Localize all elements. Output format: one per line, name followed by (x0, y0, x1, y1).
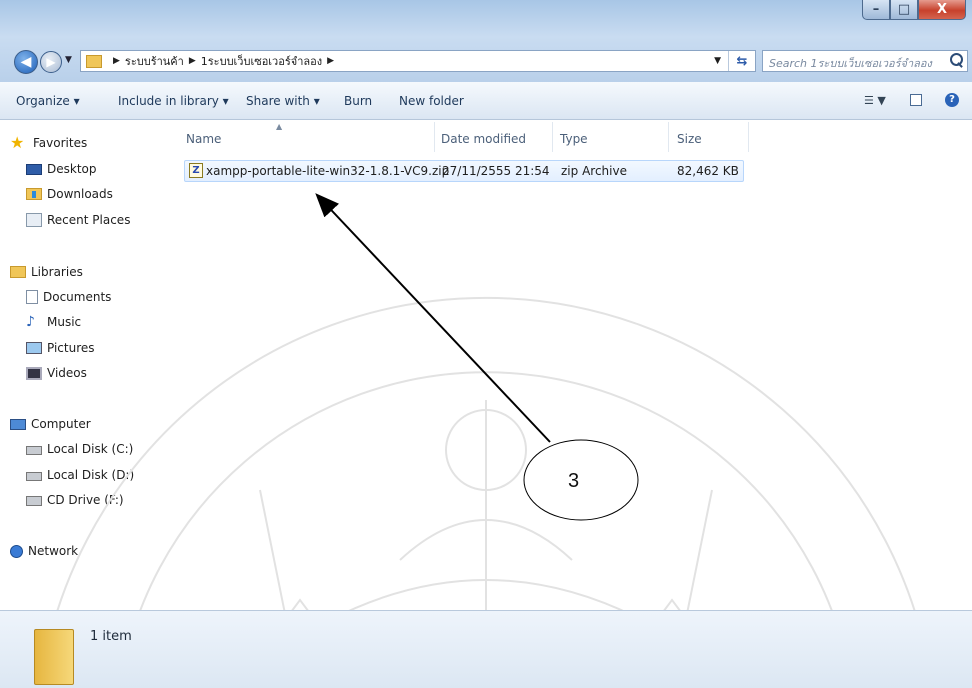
new-folder-button[interactable]: New folder (399, 94, 464, 108)
help-button[interactable]: ? (945, 93, 959, 107)
title-bar: – □ X ◀ ▶ ▼ ▶ ระบบร้านค้า ▶ 1ระบบเว็บเซอ… (0, 0, 972, 82)
navigation-pane: ★ Favorites Desktop Downloads Recent Pla… (0, 120, 170, 610)
caption-buttons: – □ X (862, 0, 966, 22)
nav-music[interactable]: ♪ Music (26, 315, 81, 329)
arrow-right-icon: ▶ (46, 55, 56, 69)
details-pane: 1 item (0, 610, 972, 688)
minimize-button[interactable]: – (862, 0, 890, 20)
recent-places-icon (26, 213, 42, 227)
nav-libraries[interactable]: Libraries (10, 265, 83, 279)
nav-label: Network (28, 544, 79, 558)
nav-network[interactable]: Network (10, 544, 78, 558)
search-input[interactable]: Search 1ระบบเว็บเซอเวอร์จำลอง (762, 50, 968, 72)
burn-button[interactable]: Burn (344, 94, 372, 108)
nav-videos[interactable]: Videos (26, 366, 87, 380)
nav-label: Libraries (31, 265, 83, 279)
nav-label: Videos (47, 366, 87, 380)
column-divider[interactable] (434, 122, 435, 152)
nav-label: Local Disk (C:) (47, 442, 134, 456)
breadcrumb-item[interactable]: 1ระบบเว็บเซอเวอร์จำลอง (201, 52, 322, 70)
nav-label: Recent Places (47, 213, 131, 227)
nav-label: Downloads (47, 187, 113, 201)
explorer-window: – □ X ◀ ▶ ▼ ▶ ระบบร้านค้า ▶ 1ระบบเว็บเซอ… (0, 0, 972, 688)
pictures-icon (26, 342, 42, 354)
music-icon: ♪ (26, 314, 35, 330)
cd-drive-icon (26, 496, 42, 506)
address-dropdown-icon[interactable]: ▼ (714, 56, 721, 66)
file-type: zip Archive (561, 164, 627, 178)
file-list: ▲ Name Date modified Type Size Z xampp-p… (172, 120, 972, 610)
hard-disk-icon (26, 446, 42, 455)
include-in-library-button[interactable]: Include in library ▾ (118, 94, 229, 108)
breadcrumb-item[interactable]: ระบบร้านค้า (125, 52, 184, 70)
nav-label: Local Disk (D:) (47, 468, 135, 482)
share-with-button[interactable]: Share with ▾ (246, 94, 320, 108)
file-date-modified: 27/11/2555 21:54 (442, 164, 550, 178)
zip-file-icon: Z (189, 163, 203, 178)
computer-icon (10, 418, 26, 430)
recent-pages-dropdown[interactable]: ▼ (65, 55, 72, 65)
maximize-button[interactable]: □ (890, 0, 918, 20)
nav-local-disk-c[interactable]: Local Disk (C:) (26, 442, 133, 456)
refresh-button[interactable]: ⇆ (728, 51, 755, 71)
documents-icon (26, 290, 38, 304)
column-header-name[interactable]: Name (186, 132, 221, 146)
back-button[interactable]: ◀ (14, 50, 38, 74)
hard-disk-icon (26, 472, 42, 481)
nav-pictures[interactable]: Pictures (26, 341, 95, 355)
nav-label: Documents (43, 290, 112, 304)
folder-icon (86, 54, 102, 68)
annotation-step-number: 3 (568, 470, 580, 492)
nav-label: Computer (31, 417, 91, 431)
change-view-button[interactable]: ☰ ▼ (864, 94, 886, 107)
nav-label: Music (47, 315, 82, 329)
column-divider[interactable] (748, 122, 749, 152)
nav-recent-places[interactable]: Recent Places (26, 213, 130, 227)
column-header-type[interactable]: Type (560, 132, 588, 146)
network-icon (10, 544, 23, 558)
search-icon[interactable] (950, 53, 963, 66)
item-count: 1 item (90, 629, 132, 644)
nav-documents[interactable]: Documents (26, 290, 111, 304)
breadcrumb-chevron-icon[interactable]: ▶ (327, 56, 334, 66)
videos-icon (26, 366, 42, 380)
breadcrumb-chevron-icon[interactable]: ▶ (189, 56, 196, 66)
nav-local-disk-d[interactable]: Local Disk (D:) (26, 468, 134, 482)
nav-desktop[interactable]: Desktop (26, 162, 97, 176)
nav-favorites[interactable]: ★ Favorites (10, 133, 88, 152)
nav-cd-drive-f[interactable]: CD Drive (F:) (26, 493, 124, 507)
file-name: xampp-portable-lite-win32-1.8.1-VC9.zip (206, 164, 450, 178)
address-bar[interactable]: ▶ ระบบร้านค้า ▶ 1ระบบเว็บเซอเวอร์จำลอง ▶… (80, 50, 756, 72)
preview-pane-button[interactable] (910, 94, 922, 106)
close-button[interactable]: X (918, 0, 966, 20)
navigation-row: ◀ ▶ ▼ ▶ ระบบร้านค้า ▶ 1ระบบเว็บเซอเวอร์จ… (0, 46, 972, 78)
column-header-date-modified[interactable]: Date modified (441, 132, 526, 146)
breadcrumb-chevron-icon[interactable]: ▶ (113, 56, 120, 66)
arrow-left-icon: ◀ (20, 54, 32, 70)
libraries-icon (10, 266, 26, 278)
forward-button[interactable]: ▶ (40, 51, 62, 73)
nav-label: Pictures (47, 341, 95, 355)
column-divider[interactable] (668, 122, 669, 152)
file-row[interactable]: Z xampp-portable-lite-win32-1.8.1-VC9.zi… (184, 160, 744, 182)
desktop-icon (26, 163, 42, 175)
search-placeholder: Search 1ระบบเว็บเซอเวอร์จำลอง (769, 57, 932, 70)
nav-downloads[interactable]: Downloads (26, 187, 113, 201)
downloads-icon (26, 188, 42, 200)
sort-ascending-icon: ▲ (276, 122, 283, 131)
file-size: 82,462 KB (677, 164, 739, 178)
folder-icon (34, 629, 74, 685)
command-bar: Organize ▾ Include in library ▾ Share wi… (0, 82, 972, 120)
nav-computer[interactable]: Computer (10, 417, 91, 431)
column-divider[interactable] (552, 122, 553, 152)
column-header-size[interactable]: Size (677, 132, 702, 146)
organize-button[interactable]: Organize ▾ (16, 94, 80, 108)
star-icon: ★ (10, 133, 25, 152)
nav-label: CD Drive (F:) (47, 493, 124, 507)
nav-label: Desktop (47, 162, 97, 176)
nav-label: Favorites (33, 136, 88, 150)
